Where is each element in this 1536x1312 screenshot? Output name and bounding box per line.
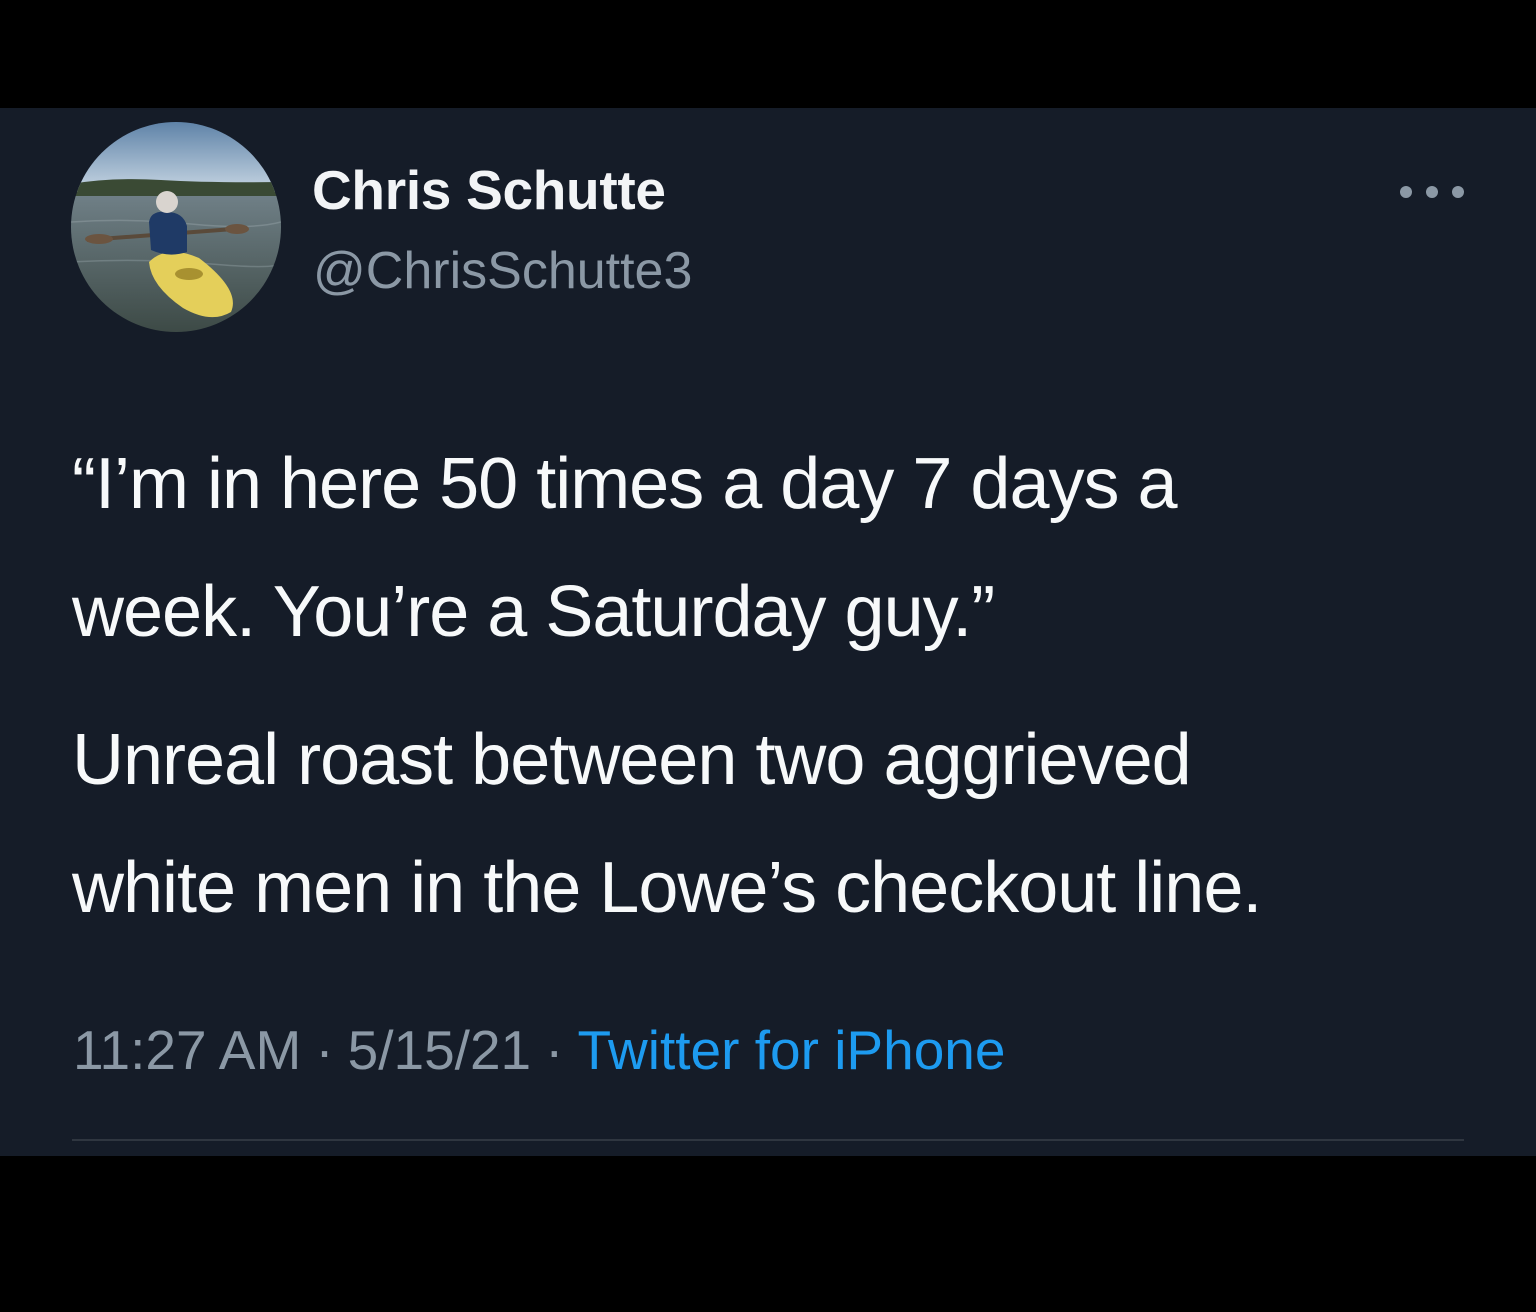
tweet-line: “I’m in here 50 times a day 7 days a [72,444,1178,524]
tweet-line: week. You’re a Saturday guy.” [72,572,995,652]
meta-separator: · [315,1019,334,1081]
meta-separator: · [545,1019,564,1081]
tweet-date[interactable]: 5/15/21 [348,1019,532,1081]
tweet-source-link[interactable]: Twitter for iPhone [577,1019,1005,1081]
more-dot [1400,186,1412,198]
divider [72,1139,1464,1141]
tweet-paragraph: “I’m in here 50 times a day 7 days a wee… [72,420,1492,676]
tweet-paragraph: Unreal roast between two aggrieved white… [72,696,1492,952]
more-dot [1426,186,1438,198]
tweet-meta: 11:27 AM · 5/15/21 · Twitter for iPhone [73,1018,1005,1082]
tweet-text: “I’m in here 50 times a day 7 days a wee… [72,420,1492,972]
tweet-line: Unreal roast between two aggrieved [72,720,1192,800]
more-dot [1452,186,1464,198]
user-handle[interactable]: @ChrisSchutte3 [313,241,692,301]
tweet-card: Chris Schutte @ChrisSchutte3 “I’m in her… [0,108,1536,1156]
more-options-icon[interactable] [1400,180,1464,204]
kayaker-photo [71,122,281,332]
tweet-time[interactable]: 11:27 AM [73,1019,301,1081]
tweet-line: white men in the Lowe’s checkout line. [72,848,1262,928]
avatar[interactable] [71,122,281,332]
display-name[interactable]: Chris Schutte [312,158,666,222]
